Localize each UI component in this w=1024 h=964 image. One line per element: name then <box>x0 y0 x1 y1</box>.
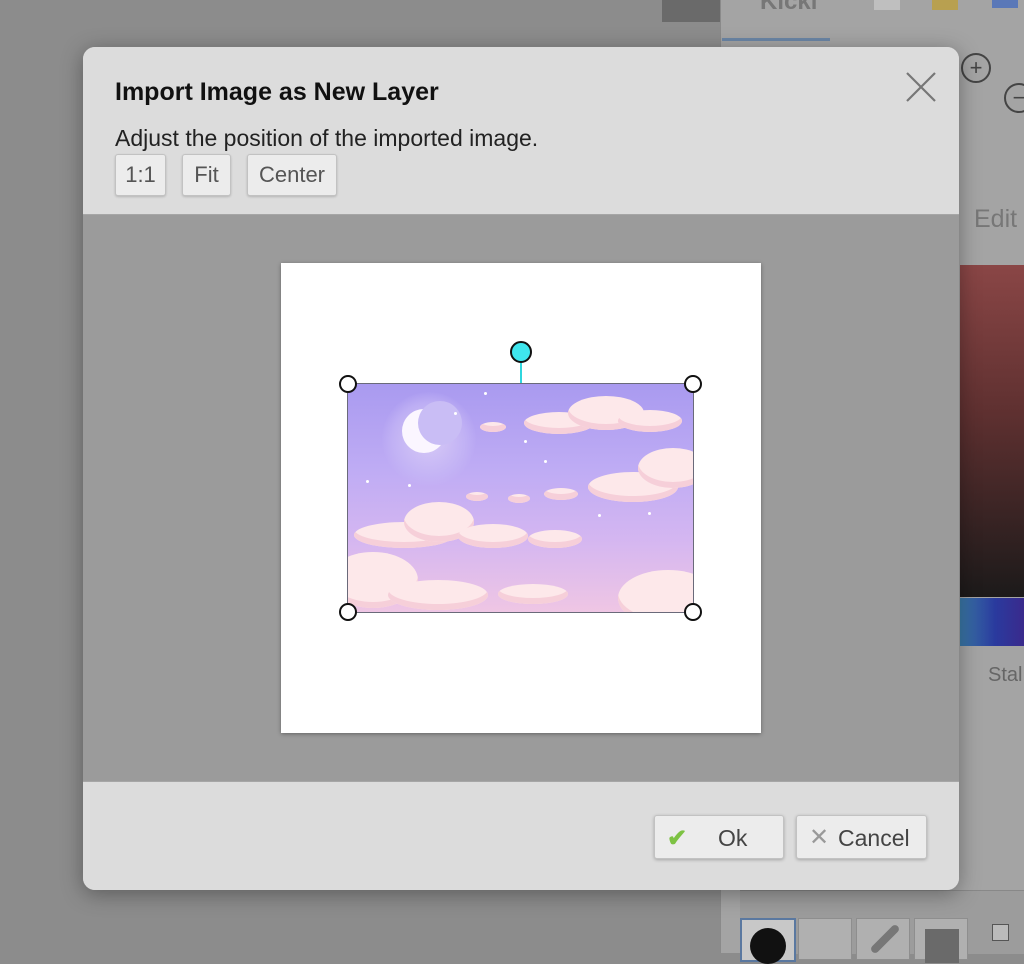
star <box>544 460 547 463</box>
cloud <box>388 580 488 610</box>
fill-icon <box>925 929 959 963</box>
cloud <box>528 530 582 548</box>
cancel-button[interactable]: ✕ Cancel <box>796 815 927 859</box>
ok-button[interactable]: ✔ Ok <box>654 815 784 859</box>
fit-button[interactable]: Fit <box>182 154 231 196</box>
resize-handle-bottom-right[interactable] <box>684 603 702 621</box>
preview-area <box>83 215 959 782</box>
star <box>408 484 411 487</box>
star <box>524 440 527 443</box>
imported-image[interactable] <box>347 383 694 613</box>
bg-hue-bar <box>960 598 1024 646</box>
bg-checkbox <box>992 924 1009 941</box>
bg-tab-box <box>932 0 958 10</box>
star <box>598 514 601 517</box>
cloud <box>544 488 578 500</box>
bg-tab-box <box>874 0 900 10</box>
zoom-in-icon: + <box>961 53 991 83</box>
resize-handle-top-left[interactable] <box>339 375 357 393</box>
one-to-one-button[interactable]: 1:1 <box>115 154 166 196</box>
ok-button-label: Ok <box>718 825 748 851</box>
cloud <box>508 494 530 503</box>
rotate-handle[interactable] <box>510 341 532 363</box>
bg-tab-box <box>992 0 1018 8</box>
bg-tool-fill <box>914 918 968 963</box>
cloud <box>618 570 693 612</box>
pen-icon <box>869 923 901 955</box>
star <box>648 512 651 515</box>
cloud <box>480 422 506 432</box>
star <box>484 392 487 395</box>
bg-tab-label: Kicki <box>760 0 818 15</box>
cloud <box>466 492 488 501</box>
resize-handle-top-right[interactable] <box>684 375 702 393</box>
bg-color-gradient <box>960 265 1024 597</box>
cloud <box>618 410 682 432</box>
cloud <box>458 524 528 548</box>
resize-handle-bottom-left[interactable] <box>339 603 357 621</box>
bg-dark-tab <box>662 0 720 22</box>
star <box>366 480 369 483</box>
rotate-handle-stem <box>520 363 522 383</box>
checkmark-icon: ✔ <box>667 825 688 852</box>
bg-tool-pen <box>856 918 910 960</box>
x-icon: ✕ <box>809 824 830 851</box>
dialog-footer: ✔ Ok ✕ Cancel <box>83 782 959 890</box>
moon-shadow <box>418 401 462 445</box>
bg-edit-label: Edit <box>974 205 1018 233</box>
close-icon[interactable] <box>903 69 939 105</box>
cloud <box>498 584 568 604</box>
bg-stab-label: Stal <box>988 664 1023 686</box>
dialog-subtitle: Adjust the position of the imported imag… <box>115 125 539 151</box>
center-button[interactable]: Center <box>247 154 337 196</box>
star <box>454 412 457 415</box>
cancel-button-label: Cancel <box>838 825 910 851</box>
document-canvas <box>281 263 761 733</box>
brush-icon <box>750 928 786 964</box>
bg-tool-blur <box>798 918 852 960</box>
import-image-dialog: Import Image as New Layer Adjust the pos… <box>83 47 959 890</box>
bg-tab-underline <box>722 38 830 41</box>
bg-tool-brush <box>740 918 796 964</box>
dialog-title: Import Image as New Layer <box>115 78 439 106</box>
dialog-header: Import Image as New Layer Adjust the pos… <box>83 47 959 215</box>
